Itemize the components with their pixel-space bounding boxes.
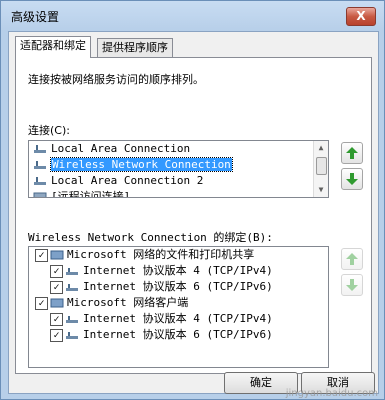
service-icon	[50, 250, 64, 260]
protocol-icon	[66, 316, 78, 323]
tab-panel: 连接按被网络服务访问的顺序排列。 连接(C): Local Area Conne…	[15, 57, 372, 374]
title-bar[interactable]: 高级设置 X	[1, 1, 384, 31]
remote-access-icon	[33, 192, 47, 197]
binding-label: Microsoft 网络的文件和打印机共享	[67, 248, 255, 261]
network-adapter-icon	[34, 177, 46, 185]
move-connection-up-button[interactable]	[341, 142, 363, 164]
scroll-down-icon[interactable]: ▼	[314, 183, 328, 197]
watermark: jingyan.baidu.com	[285, 388, 378, 399]
protocol-icon	[66, 332, 78, 339]
connections-scrollbar[interactable]: ▲ ▼	[313, 141, 328, 197]
connection-label: [远程访问连接]	[51, 190, 131, 198]
move-binding-up-button[interactable]	[341, 248, 363, 270]
binding-checkbox[interactable]: ✓	[35, 297, 48, 310]
bindings-label: Wireless Network Connection 的绑定(B):	[28, 231, 273, 244]
binding-item[interactable]: ✓ Internet 协议版本 4 (TCP/IPv4)	[29, 311, 328, 327]
binding-item[interactable]: ✓ Microsoft 网络的文件和打印机共享	[29, 247, 328, 263]
binding-label: Internet 协议版本 4 (TCP/IPv4)	[83, 312, 273, 325]
connection-item[interactable]: Local Area Connection	[29, 141, 328, 157]
connection-label: Wireless Network Connection	[50, 157, 233, 172]
advanced-settings-dialog: 高级设置 X 适配器和绑定 提供程序顺序 连接按被网络服务访问的顺序排列。 连接…	[0, 0, 385, 400]
arrow-up-icon	[346, 253, 358, 265]
binding-label: Internet 协议版本 6 (TCP/IPv6)	[83, 328, 273, 341]
tab-adapters-bindings-label: 适配器和绑定	[20, 39, 86, 52]
binding-checkbox[interactable]: ✓	[35, 249, 48, 262]
protocol-icon	[66, 268, 78, 275]
scroll-up-icon[interactable]: ▲	[314, 141, 328, 155]
bindings-tree[interactable]: ✓ Microsoft 网络的文件和打印机共享 ✓ Internet 协议版本 …	[28, 246, 329, 368]
client-icon	[50, 298, 64, 308]
protocol-icon	[66, 284, 78, 291]
connection-item-selected[interactable]: Wireless Network Connection	[29, 157, 328, 173]
connection-item[interactable]: Local Area Connection 2	[29, 173, 328, 189]
binding-item[interactable]: ✓ Internet 协议版本 4 (TCP/IPv4)	[29, 263, 328, 279]
connections-listbox[interactable]: Local Area Connection Wireless Network C…	[28, 140, 329, 198]
connection-item[interactable]: [远程访问连接]	[29, 189, 328, 198]
move-binding-down-button[interactable]	[341, 274, 363, 296]
tab-adapters-bindings[interactable]: 适配器和绑定	[15, 36, 91, 58]
arrow-up-icon	[346, 147, 358, 159]
scroll-thumb[interactable]	[316, 157, 327, 175]
binding-item[interactable]: ✓ Internet 协议版本 6 (TCP/IPv6)	[29, 279, 328, 295]
move-connection-down-button[interactable]	[341, 168, 363, 190]
tab-provider-order-label: 提供程序顺序	[102, 41, 168, 54]
binding-item[interactable]: ✓ Microsoft 网络客户端	[29, 295, 328, 311]
order-description: 连接按被网络服务访问的顺序排列。	[28, 73, 204, 86]
binding-checkbox[interactable]: ✓	[50, 313, 63, 326]
binding-checkbox[interactable]: ✓	[50, 329, 63, 342]
connections-label: 连接(C):	[28, 124, 70, 137]
wireless-adapter-icon	[34, 161, 46, 169]
network-adapter-icon	[34, 145, 46, 153]
arrow-down-icon	[346, 173, 358, 185]
connection-label: Local Area Connection	[51, 142, 191, 155]
dialog-title: 高级设置	[11, 10, 60, 24]
binding-item[interactable]: ✓ Internet 协议版本 6 (TCP/IPv6)	[29, 327, 328, 343]
dialog-client: 适配器和绑定 提供程序顺序 连接按被网络服务访问的顺序排列。 连接(C): Lo…	[8, 31, 379, 394]
binding-label: Internet 协议版本 4 (TCP/IPv4)	[83, 264, 273, 277]
binding-checkbox[interactable]: ✓	[50, 265, 63, 278]
tab-provider-order[interactable]: 提供程序顺序	[97, 38, 173, 57]
binding-label: Microsoft 网络客户端	[67, 296, 189, 309]
arrow-down-icon	[346, 279, 358, 291]
close-button[interactable]: X	[346, 7, 376, 26]
connection-label: Local Area Connection 2	[51, 174, 204, 187]
binding-checkbox[interactable]: ✓	[50, 281, 63, 294]
binding-label: Internet 协议版本 6 (TCP/IPv6)	[83, 280, 273, 293]
